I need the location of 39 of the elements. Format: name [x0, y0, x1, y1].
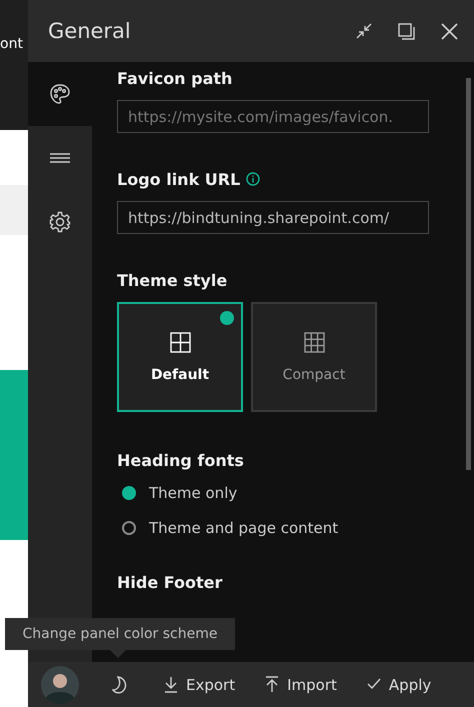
- footer-button[interactable]: Apply: [366, 676, 432, 694]
- menu-icon: [49, 151, 71, 165]
- radio-label: Theme only: [149, 484, 238, 502]
- footer-button[interactable]: Import: [265, 676, 337, 694]
- avatar[interactable]: [41, 666, 79, 704]
- moon-icon[interactable]: [112, 676, 128, 694]
- upload-icon: [265, 676, 280, 693]
- restore-icon[interactable]: [398, 22, 415, 40]
- section-label: Hide Footer: [117, 572, 222, 592]
- input-field[interactable]: https://mysite.com/images/favicon.: [117, 100, 429, 133]
- radio-button[interactable]: [122, 520, 136, 534]
- footer-button[interactable]: Export: [164, 676, 236, 694]
- grid-icon: [170, 332, 190, 352]
- tooltip: Change panel color scheme: [5, 618, 235, 650]
- palette-icon: [49, 83, 71, 105]
- theme-option[interactable]: Compact: [251, 302, 377, 412]
- scrollbar[interactable]: [466, 78, 471, 470]
- settings-icon: [49, 211, 71, 233]
- grid-icon: [304, 332, 324, 352]
- section-label: Theme style: [117, 270, 228, 290]
- close-icon[interactable]: [441, 22, 458, 40]
- page-text: ont: [0, 36, 23, 52]
- sidebar-tab[interactable]: [28, 62, 92, 126]
- radio-option[interactable]: Theme and page content: [122, 517, 474, 538]
- radio-label: Theme and page content: [149, 518, 338, 536]
- field-label: Favicon path: [117, 68, 232, 88]
- download-icon: [164, 676, 178, 693]
- section-label: Heading fonts: [117, 450, 244, 470]
- info-icon: [246, 172, 260, 186]
- panel-title: General: [48, 19, 132, 43]
- radio-option[interactable]: Theme only: [122, 482, 474, 503]
- tooltip-pointer: [110, 650, 126, 658]
- collapse-icon[interactable]: [356, 23, 372, 39]
- input-field[interactable]: https://bindtuning.sharepoint.com/: [117, 201, 429, 234]
- field-label: Logo link URL: [117, 170, 240, 188]
- radio-button[interactable]: [122, 486, 136, 500]
- theme-option[interactable]: Default: [117, 302, 243, 412]
- page-bar: [0, 185, 28, 235]
- selected-dot: [220, 311, 234, 325]
